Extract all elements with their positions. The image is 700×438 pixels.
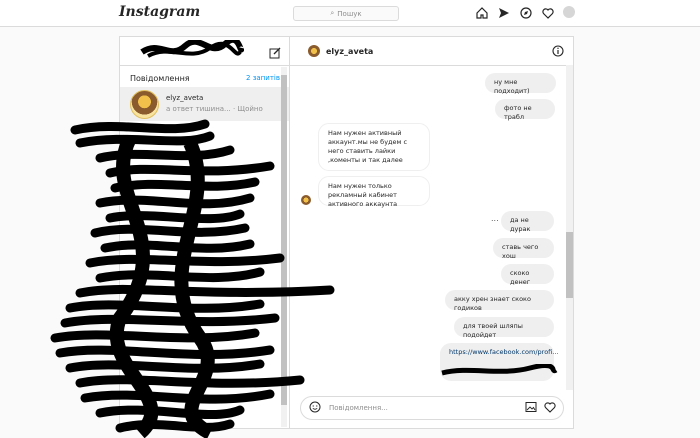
message-bubble: Нам нужен только рекламный кабинет актив… (318, 176, 430, 208)
direct-inbox-panel: Повідомлення 2 запитів elyz_aveta а отве… (119, 36, 574, 429)
like-icon[interactable] (544, 401, 556, 415)
chat-scroll-thumb[interactable] (566, 232, 573, 298)
message-bubble: для твоей шляпы подойдет (454, 317, 554, 339)
top-navigation-bar: Instagram ⌕ Пошук (0, 0, 700, 27)
heart-icon[interactable] (541, 6, 554, 19)
conversation-username: elyz_aveta (166, 94, 204, 102)
scroll-thumb[interactable] (281, 75, 287, 405)
redacted-username-scribble (140, 40, 244, 58)
conversation-avatar (130, 89, 159, 119)
requests-link[interactable]: 2 запитів (246, 74, 280, 83)
conversation-list: Повідомлення 2 запитів elyz_aveta а отве… (120, 37, 290, 428)
profile-avatar[interactable] (563, 6, 575, 18)
message-bubble: акку хрен знает скоко годиков (445, 290, 554, 312)
message-composer[interactable]: Повідомлення... (300, 396, 564, 420)
chat-scrollbar[interactable] (566, 65, 573, 390)
message-bubble: да не дурак (501, 211, 554, 233)
instagram-logo[interactable]: Instagram (119, 4, 200, 20)
messages-title: Повідомлення (130, 74, 190, 83)
chat-panel: elyz_aveta ну мне подходит) фото не траб… (290, 37, 573, 428)
search-placeholder: Пошук (337, 9, 362, 18)
explore-icon[interactable] (519, 6, 532, 19)
message-bubble: ну мне подходит) (485, 73, 556, 95)
message-bubble: ставь чего хош (493, 238, 554, 260)
chat-username[interactable]: elyz_aveta (326, 47, 373, 56)
home-icon[interactable] (475, 6, 488, 19)
message-thread: ну мне подходит) фото не трабл Нам нужен… (290, 66, 573, 391)
nav-icons (475, 6, 575, 19)
chat-header: elyz_aveta (290, 37, 573, 66)
messages-section-header: Повідомлення 2 запитів (130, 74, 280, 83)
info-icon[interactable] (552, 45, 564, 59)
conversation-preview: а ответ тишина... · Щойно (166, 105, 263, 113)
chat-avatar[interactable] (308, 45, 320, 57)
emoji-icon[interactable] (309, 401, 321, 415)
more-options-icon[interactable]: ... (491, 214, 499, 223)
redacted-link-scribble (441, 364, 558, 376)
image-upload-icon[interactable] (525, 401, 537, 415)
search-icon: ⌕ (330, 9, 335, 17)
message-bubble: Нам нужен активный аккаунт.мы не будем с… (318, 123, 430, 171)
message-bubble: скоко денег (501, 264, 554, 286)
search-input[interactable]: ⌕ Пошук (293, 6, 399, 21)
sender-avatar (301, 195, 311, 205)
compose-message-icon[interactable] (269, 44, 281, 63)
conversation-item[interactable]: elyz_aveta а ответ тишина... · Щойно (120, 87, 289, 121)
direct-icon[interactable] (497, 6, 510, 19)
message-bubble: фото не трабл (495, 99, 555, 121)
conversation-list-scrollbar[interactable] (281, 67, 287, 427)
inbox-header (120, 37, 289, 66)
message-input[interactable]: Повідомлення... (329, 404, 525, 412)
